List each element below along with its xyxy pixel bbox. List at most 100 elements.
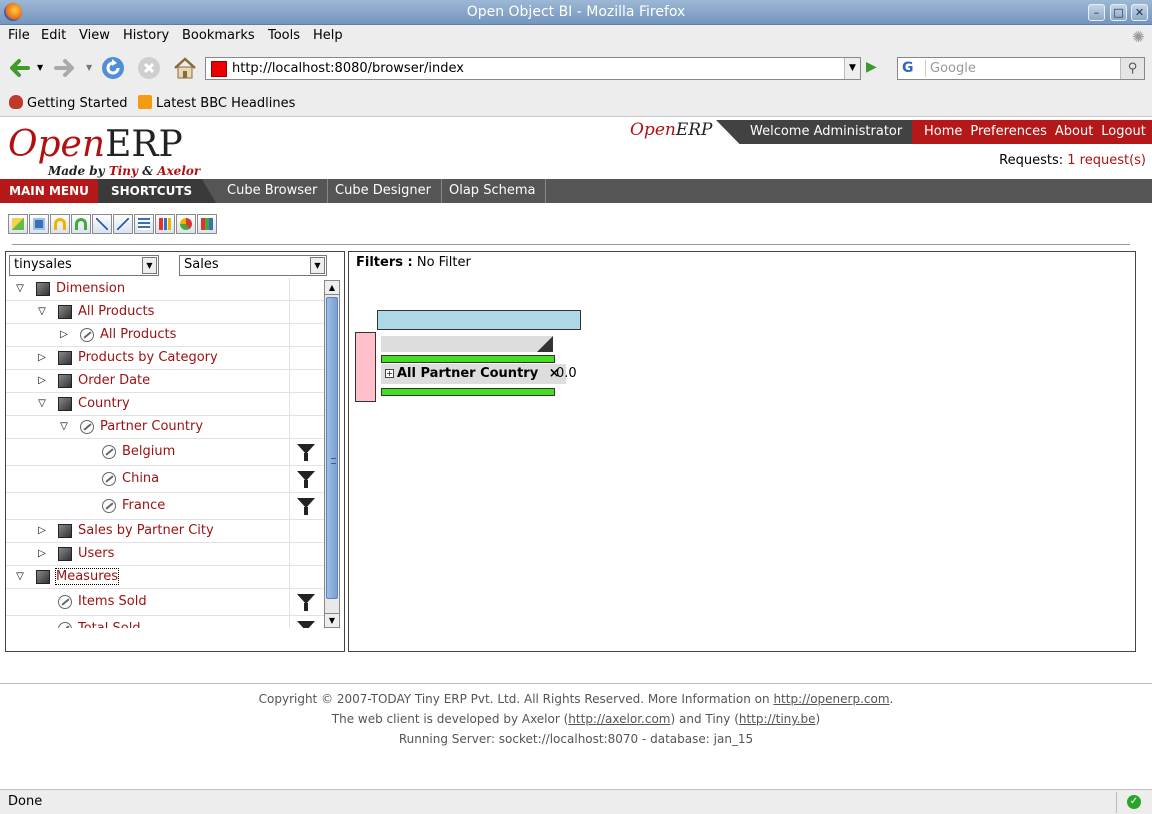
- back-history-dropdown-icon[interactable]: ▼: [37, 63, 43, 72]
- url-bar[interactable]: http://localhost:8080/browser/index ▼: [205, 57, 861, 80]
- tree-item-label[interactable]: Partner Country: [100, 419, 203, 434]
- tree-row[interactable]: ▷ Sales by Partner City: [6, 520, 324, 543]
- tree-row[interactable]: China: [6, 466, 324, 493]
- openerp-logo[interactable]: OpenERP Made by Tiny & Axelor: [8, 124, 200, 178]
- column-header-drop-zone[interactable]: [377, 310, 581, 330]
- tree-row[interactable]: Total Sold: [6, 616, 324, 628]
- tree-item-label[interactable]: France: [122, 498, 165, 513]
- tree-item-label[interactable]: Measures: [54, 568, 120, 585]
- maximize-button[interactable]: □: [1110, 4, 1127, 21]
- tab-olap-schema[interactable]: Olap Schema: [439, 179, 547, 203]
- about-link[interactable]: About: [1055, 124, 1093, 139]
- menu-tools[interactable]: Tools: [268, 28, 300, 43]
- home-icon[interactable]: [172, 55, 198, 81]
- expand-triangle-icon[interactable]: ▷: [36, 548, 48, 559]
- tree-row[interactable]: ▽ All Products: [6, 301, 324, 324]
- main-menu-button[interactable]: MAIN MENU: [0, 179, 98, 203]
- bar-chart-button[interactable]: [155, 214, 175, 234]
- tiny-link[interactable]: http://tiny.be: [739, 712, 816, 726]
- tree-row[interactable]: France: [6, 493, 324, 520]
- tree-row[interactable]: ▷ Users: [6, 543, 324, 566]
- tab-cube-designer[interactable]: Cube Designer: [325, 179, 442, 203]
- new-query-button[interactable]: [8, 214, 28, 234]
- search-placeholder[interactable]: Google: [930, 61, 976, 76]
- row-header-all-partner-country[interactable]: + All Partner Country ×: [381, 364, 566, 384]
- tree-row[interactable]: ▽ Measures: [6, 566, 324, 589]
- drill-down-button[interactable]: [92, 214, 112, 234]
- tree-row[interactable]: ▽ Partner Country: [6, 416, 324, 439]
- preferences-link[interactable]: Preferences: [970, 124, 1046, 139]
- forward-icon[interactable]: [52, 55, 78, 81]
- axelor-link[interactable]: http://axelor.com: [568, 712, 670, 726]
- filter-funnel-icon[interactable]: [297, 498, 315, 515]
- collapse-triangle-icon[interactable]: ▽: [58, 421, 70, 432]
- chevron-down-icon[interactable]: ▼: [310, 257, 325, 274]
- tree-item-label[interactable]: Order Date: [78, 373, 150, 388]
- menu-file[interactable]: File: [8, 28, 30, 43]
- url-history-dropdown-icon[interactable]: ▼: [844, 58, 860, 79]
- collapse-triangle-icon[interactable]: ▽: [36, 398, 48, 409]
- go-button[interactable]: ▶: [866, 59, 886, 78]
- expand-plus-icon[interactable]: +: [385, 369, 394, 378]
- bookmark-bbc-headlines[interactable]: Latest BBC Headlines: [138, 95, 295, 111]
- search-engine-icon[interactable]: G: [900, 60, 926, 77]
- tree-row[interactable]: ▽ Country: [6, 393, 324, 416]
- expand-triangle-icon[interactable]: ▷: [36, 525, 48, 536]
- filter-funnel-icon[interactable]: [297, 444, 315, 461]
- tree-item-label[interactable]: Country: [78, 396, 130, 411]
- row-header-drop-zone[interactable]: [355, 332, 376, 402]
- home-link[interactable]: Home: [924, 124, 962, 139]
- tree-item-label[interactable]: Sales by Partner City: [78, 523, 214, 538]
- shortcuts-button[interactable]: SHORTCUTS: [98, 179, 216, 203]
- menu-view[interactable]: View: [79, 28, 110, 43]
- expand-triangle-icon[interactable]: ▷: [58, 329, 70, 340]
- tree-item-label[interactable]: Users: [78, 546, 114, 561]
- logout-link[interactable]: Logout: [1101, 124, 1146, 139]
- back-icon[interactable]: [6, 55, 32, 81]
- collapse-triangle-icon[interactable]: ▽: [14, 571, 26, 582]
- tree-item-label[interactable]: Dimension: [56, 281, 125, 296]
- tree-item-label[interactable]: All Products: [78, 304, 154, 319]
- search-icon[interactable]: ⚲: [1120, 58, 1144, 79]
- cube-select[interactable]: Sales ▼: [179, 255, 327, 276]
- scrollbar-thumb[interactable]: [326, 297, 338, 599]
- search-bar[interactable]: G Google ⚲: [897, 57, 1145, 80]
- tree-item-label[interactable]: Items Sold: [78, 594, 147, 609]
- filter-funnel-icon[interactable]: [297, 594, 315, 611]
- openerp-link[interactable]: http://openerp.com: [773, 692, 889, 706]
- undo-button[interactable]: [50, 214, 70, 234]
- chart-options-button[interactable]: [197, 214, 217, 234]
- reload-icon[interactable]: [100, 55, 126, 81]
- url-text[interactable]: http://localhost:8080/browser/index: [232, 61, 464, 76]
- tree-scrollbar[interactable]: ▲ ▼: [324, 280, 340, 628]
- pie-chart-button[interactable]: [176, 214, 196, 234]
- scroll-up-icon[interactable]: ▲: [325, 281, 339, 295]
- tree-row[interactable]: ▷ All Products: [6, 324, 324, 347]
- scroll-down-icon[interactable]: ▼: [325, 613, 339, 627]
- tree-row[interactable]: ▷ Order Date: [6, 370, 324, 393]
- tree-item-label[interactable]: All Products: [100, 327, 176, 342]
- bookmark-getting-started[interactable]: Getting Started: [9, 95, 128, 111]
- menu-bookmarks[interactable]: Bookmarks: [182, 28, 255, 43]
- filter-funnel-icon[interactable]: [297, 621, 315, 628]
- tree-item-label[interactable]: Belgium: [122, 444, 175, 459]
- minimize-button[interactable]: –: [1088, 4, 1105, 21]
- stop-icon[interactable]: [136, 55, 162, 81]
- tree-row[interactable]: Items Sold: [6, 589, 324, 616]
- forward-history-dropdown-icon[interactable]: ▼: [86, 63, 92, 72]
- tab-cube-browser[interactable]: Cube Browser: [217, 179, 329, 203]
- tree-row[interactable]: ▽ Dimension: [6, 278, 324, 301]
- tree-item-label[interactable]: China: [122, 471, 159, 486]
- table-view-button[interactable]: [134, 214, 154, 234]
- drill-up-button[interactable]: [113, 214, 133, 234]
- menu-edit[interactable]: Edit: [41, 28, 66, 43]
- save-query-button[interactable]: [29, 214, 49, 234]
- menu-history[interactable]: History: [123, 28, 169, 43]
- expand-triangle-icon[interactable]: ▷: [36, 375, 48, 386]
- tree-item-label[interactable]: Total Sold: [78, 621, 141, 628]
- tree-row[interactable]: Belgium: [6, 439, 324, 466]
- tree-item-label[interactable]: Products by Category: [78, 350, 218, 365]
- collapse-triangle-icon[interactable]: ▽: [36, 306, 48, 317]
- collapse-triangle-icon[interactable]: ▽: [14, 283, 26, 294]
- requests-link[interactable]: 1 request(s): [1067, 153, 1146, 168]
